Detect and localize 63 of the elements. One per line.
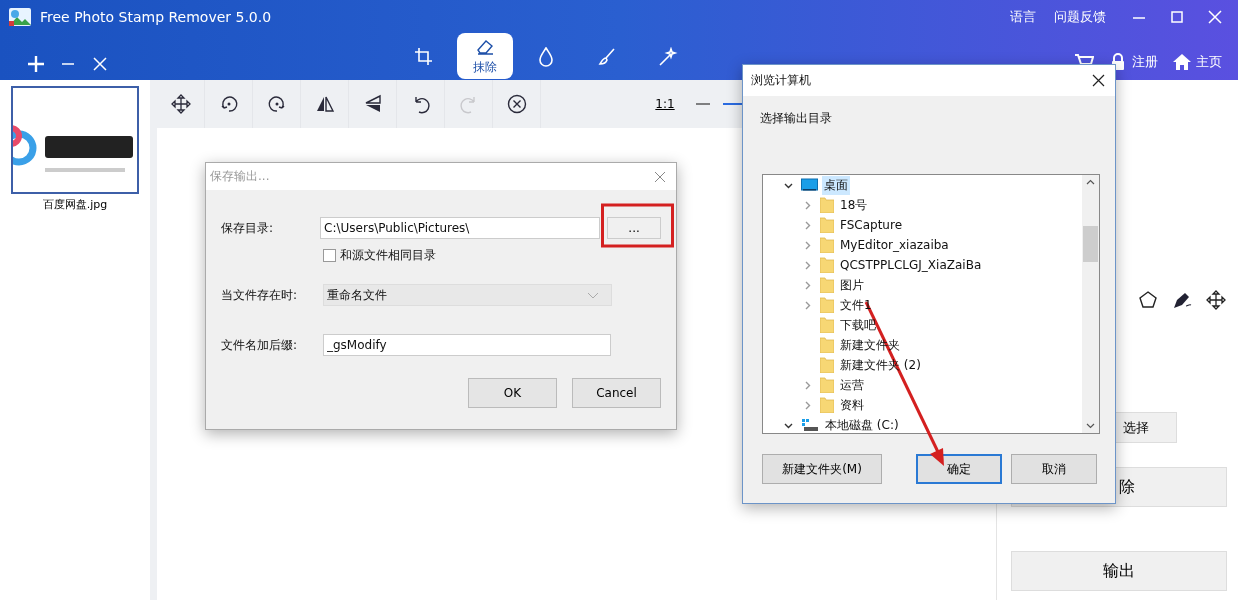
folder-icon xyxy=(820,397,834,413)
crop-icon xyxy=(414,46,434,67)
dialog-button[interactable]: 新建文件夹(M) xyxy=(762,454,882,484)
browse-button[interactable]: ... xyxy=(607,217,661,239)
brush-icon xyxy=(597,46,617,67)
tree-item[interactable]: FSCapture xyxy=(838,217,905,233)
folder-field[interactable]: C:\Users\Public\Pictures\ xyxy=(320,217,601,239)
dialog-button[interactable]: OK xyxy=(468,378,557,408)
folder-icon xyxy=(820,377,834,393)
dialog-button[interactable]: 取消 xyxy=(1011,454,1097,484)
tree-item[interactable]: QCSTPPLCLGJ_XiaZaiBa xyxy=(838,257,984,273)
suffix-field[interactable]: _gsModify xyxy=(323,334,611,356)
folder-icon xyxy=(820,197,834,213)
scroll-thumb[interactable] xyxy=(1083,226,1098,262)
drive-icon xyxy=(801,418,819,432)
scrollbar[interactable] xyxy=(1082,175,1099,433)
field-label: 保存目录: xyxy=(221,219,275,237)
tree-item[interactable]: 18号 xyxy=(838,195,870,215)
tree-item[interactable]: 下载吧 xyxy=(838,315,878,335)
folder-icon xyxy=(820,277,834,293)
wand-icon xyxy=(658,46,678,67)
file-name[interactable]: 百度网盘.jpg xyxy=(42,197,108,212)
pentagon-icon[interactable] xyxy=(1137,290,1159,310)
account-link[interactable]: 主页 xyxy=(1196,53,1222,71)
tool-tab[interactable]: 抹除 xyxy=(457,33,513,79)
window-title: Free Photo Stamp Remover 5.0.0 xyxy=(40,8,272,25)
folder-icon xyxy=(820,237,834,253)
add-icon[interactable] xyxy=(26,54,46,74)
tree-item[interactable]: 本地磁盘 (C:) xyxy=(823,415,901,433)
field-label: 文件名加后缀: xyxy=(221,336,299,354)
chevron-icon xyxy=(587,291,599,299)
drop-icon xyxy=(536,46,556,67)
dialog-button[interactable]: 确定 xyxy=(916,454,1002,484)
pen-icon[interactable] xyxy=(1171,290,1193,310)
tree-item[interactable]: 资料 xyxy=(838,395,866,415)
tree-item[interactable]: 运营 xyxy=(838,375,866,395)
tree-item[interactable]: MyEditor_xiazaiba xyxy=(838,237,951,253)
header-link[interactable]: 语言 xyxy=(1010,7,1036,26)
move-icon[interactable] xyxy=(1205,290,1227,310)
folder-icon xyxy=(820,357,834,373)
dialog-title: 浏览计算机 xyxy=(751,72,811,89)
account-link[interactable]: 注册 xyxy=(1132,53,1158,71)
folder-icon xyxy=(820,317,834,333)
home-icon[interactable] xyxy=(1172,52,1192,72)
dialog-button[interactable]: Cancel xyxy=(572,378,661,408)
folder-icon xyxy=(820,337,834,353)
tree-item[interactable]: 图片 xyxy=(838,275,866,295)
tree-item[interactable]: 桌面 xyxy=(822,175,850,195)
folder-icon xyxy=(820,217,834,233)
panel-button[interactable]: 输出 xyxy=(1011,551,1227,591)
checkbox[interactable] xyxy=(323,249,336,262)
checkbox-label[interactable]: 和源文件相同目录 xyxy=(340,247,436,264)
folder-icon xyxy=(820,257,834,273)
close-icon[interactable] xyxy=(1092,74,1105,87)
header-link[interactable]: 问题反馈 xyxy=(1054,7,1106,26)
desktop-icon xyxy=(801,178,818,192)
prompt-text: 选择输出目录 xyxy=(760,110,833,127)
exist-dropdown[interactable]: 重命名文件 xyxy=(323,284,612,306)
dialog-title: 保存输出... xyxy=(210,168,270,185)
field-label: 当文件存在时: xyxy=(221,286,299,304)
app-logo-icon xyxy=(8,6,32,27)
zoom-label[interactable]: 1:1 xyxy=(641,97,689,111)
folder-icon xyxy=(820,297,834,313)
